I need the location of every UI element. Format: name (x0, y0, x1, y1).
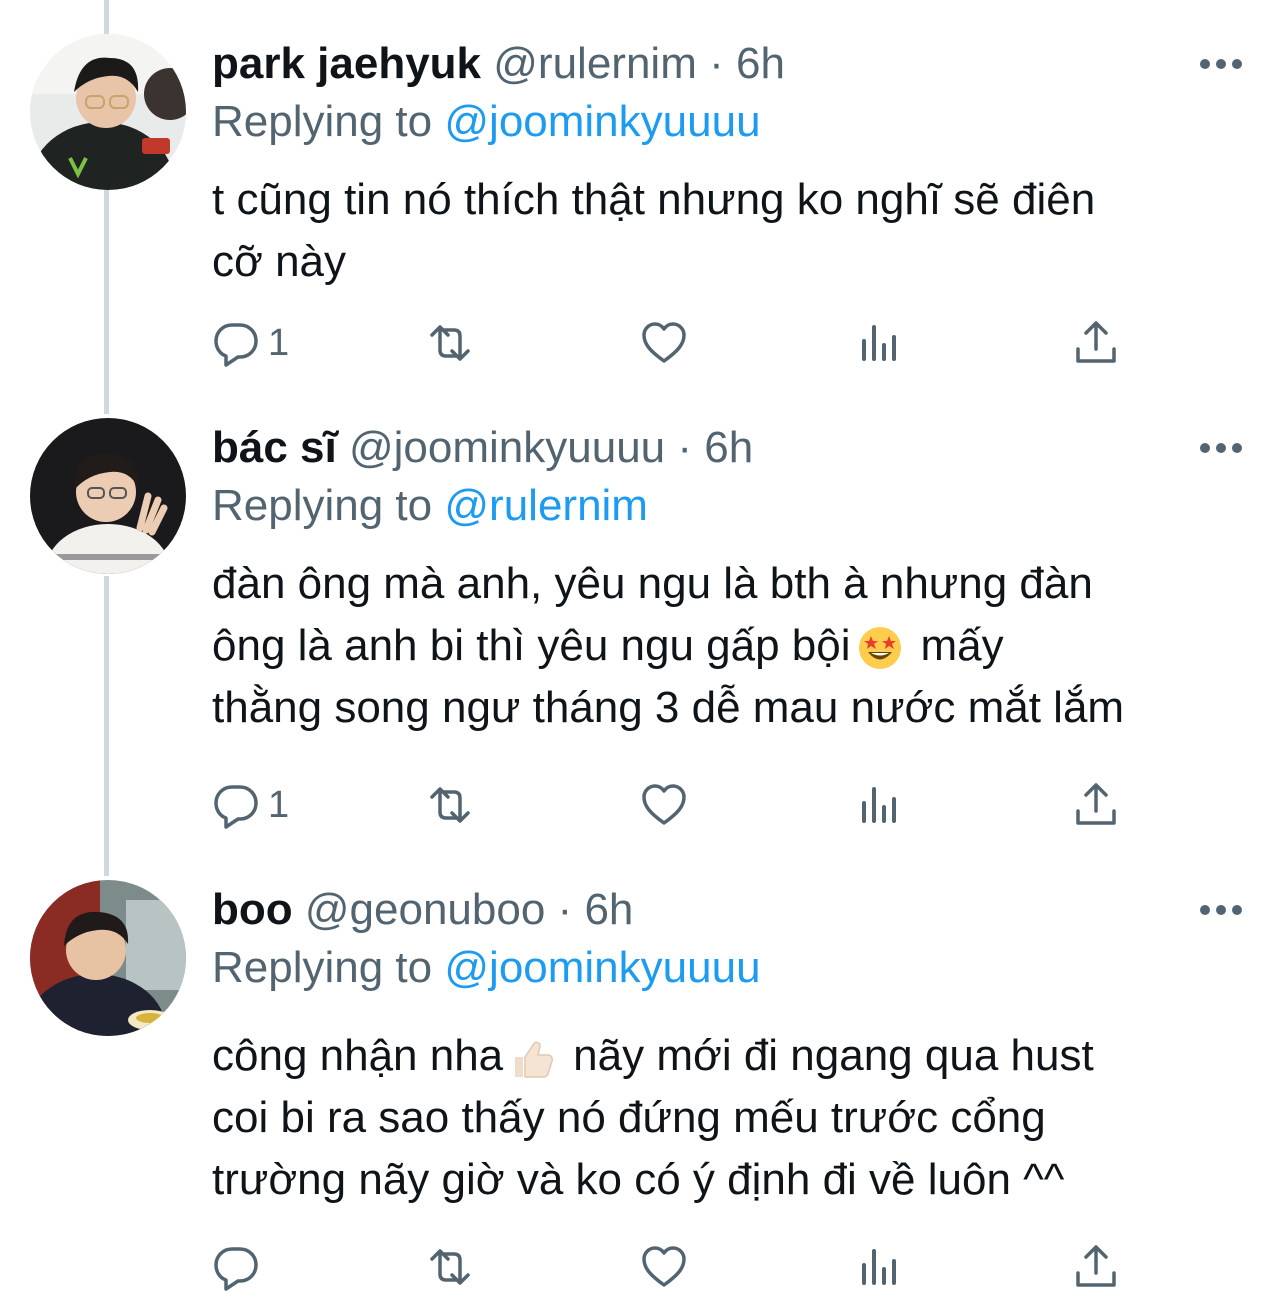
separator: · (557, 885, 573, 934)
tweet-text-line: cỡ này (212, 237, 347, 286)
tweet-text-line: thằng song ngư tháng 3 dễ mau nước mắt l… (212, 683, 1125, 732)
replying-mention[interactable]: @joominkyuuuu (444, 97, 760, 146)
reply-button[interactable]: 1 (212, 318, 289, 368)
reply-icon (214, 785, 258, 829)
tweet-3[interactable]: boo @geonuboo · 6h Replying to @joominky… (0, 880, 1284, 1300)
tweet-text-line: coi bi ra sao thấy nó đứng mếu trước cổn… (212, 1093, 1046, 1142)
share-icon (1076, 783, 1116, 825)
more-icon[interactable] (1198, 54, 1244, 74)
star-struck-emoji-icon (858, 627, 901, 670)
reply-count: 1 (268, 321, 290, 364)
tweet-text-segment: ông là anh bi thì yêu ngu gấp bội (212, 621, 851, 670)
display-name[interactable]: boo (212, 885, 293, 934)
avatar[interactable] (30, 880, 186, 1036)
reply-icon (214, 1247, 258, 1291)
like-icon (642, 1246, 686, 1287)
timestamp[interactable]: 6h (704, 423, 753, 472)
avatar[interactable] (30, 418, 186, 574)
tweet-text-line: t cũng tin nó thích thật nhưng ko nghĩ s… (212, 175, 1096, 224)
share-icon (1076, 1245, 1116, 1287)
tweet-text-segment: mấy (920, 621, 1004, 670)
share-icon (1076, 321, 1116, 363)
tweet-text-segment: công nhận nha (212, 1031, 504, 1080)
reply-icon (214, 323, 258, 367)
replying-prefix: Replying to (212, 481, 433, 530)
action-bar: 1 (212, 780, 1212, 830)
action-bar: 1 (212, 318, 1212, 368)
avatar[interactable] (30, 34, 186, 190)
retweet-icon (430, 1249, 470, 1285)
tweet-text: đàn ông mà anh, yêu ngu là bth à nhưng đ… (212, 553, 1252, 739)
tweet-2[interactable]: bác sĩ @joominkyuuuu · 6h Replying to @r… (0, 418, 1284, 838)
replying-mention[interactable]: @rulernim (444, 481, 648, 530)
tweet-1[interactable]: park jaehyuk @rulernim · 6h Replying to … (0, 34, 1284, 374)
reply-count: 1 (268, 783, 290, 826)
analytics-button[interactable] (856, 780, 904, 830)
separator: · (709, 39, 724, 88)
more-icon[interactable] (1198, 438, 1244, 458)
replying-to: Replying to @joominkyuuuu (212, 942, 761, 994)
replying-to: Replying to @joominkyuuuu (212, 96, 761, 148)
timestamp[interactable]: 6h (736, 39, 785, 88)
timestamp[interactable]: 6h (584, 885, 633, 934)
separator: · (677, 423, 693, 472)
reply-button[interactable] (212, 1242, 268, 1292)
user-handle[interactable]: @joominkyuuuu (349, 423, 665, 472)
display-name[interactable]: bác sĩ (212, 423, 337, 472)
tweet-header: bác sĩ @joominkyuuuu · 6h (212, 422, 753, 474)
tweet-text-segment: nãy mới đi ngang qua hust (573, 1031, 1094, 1080)
tweet-text: công nhận nha nãy mới đi ngang qua hust … (212, 1025, 1252, 1211)
retweet-button[interactable] (426, 318, 474, 368)
analytics-button[interactable] (856, 1242, 904, 1292)
analytics-icon (862, 787, 896, 823)
display-name[interactable]: park jaehyuk (212, 39, 481, 88)
replying-to: Replying to @rulernim (212, 480, 648, 532)
replying-prefix: Replying to (212, 943, 433, 992)
share-button[interactable] (1072, 1242, 1120, 1292)
replying-mention[interactable]: @joominkyuuuu (444, 943, 760, 992)
user-handle[interactable]: @rulernim (493, 39, 697, 88)
analytics-button[interactable] (856, 318, 904, 368)
like-icon (642, 784, 686, 825)
like-icon (642, 322, 686, 363)
like-button[interactable] (640, 1242, 688, 1292)
tweet-header: boo @geonuboo · 6h (212, 884, 633, 936)
tweet-header: park jaehyuk @rulernim · 6h (212, 38, 785, 90)
thumbs-up-emoji-icon (515, 1042, 554, 1079)
tweet-text-line: công nhận nha nãy mới đi ngang qua hust (212, 1025, 1252, 1087)
analytics-icon (862, 1249, 896, 1285)
like-button[interactable] (640, 318, 688, 368)
analytics-icon (862, 325, 896, 361)
retweet-icon (430, 787, 470, 823)
retweet-button[interactable] (426, 1242, 474, 1292)
tweet-text: t cũng tin nó thích thật nhưng ko nghĩ s… (212, 169, 1252, 293)
share-button[interactable] (1072, 780, 1120, 830)
more-icon[interactable] (1198, 900, 1244, 920)
tweet-text-line: đàn ông mà anh, yêu ngu là bth à nhưng đ… (212, 559, 1093, 608)
action-bar (212, 1242, 1212, 1292)
retweet-button[interactable] (426, 780, 474, 830)
user-handle[interactable]: @geonuboo (305, 885, 545, 934)
share-button[interactable] (1072, 318, 1120, 368)
tweet-text-line: trường nãy giờ và ko có ý định đi về luô… (212, 1155, 1065, 1204)
tweet-text-line: ông là anh bi thì yêu ngu gấp bội mấy (212, 615, 1252, 677)
like-button[interactable] (640, 780, 688, 830)
replying-prefix: Replying to (212, 97, 433, 146)
retweet-icon (430, 325, 470, 361)
reply-button[interactable]: 1 (212, 780, 289, 830)
